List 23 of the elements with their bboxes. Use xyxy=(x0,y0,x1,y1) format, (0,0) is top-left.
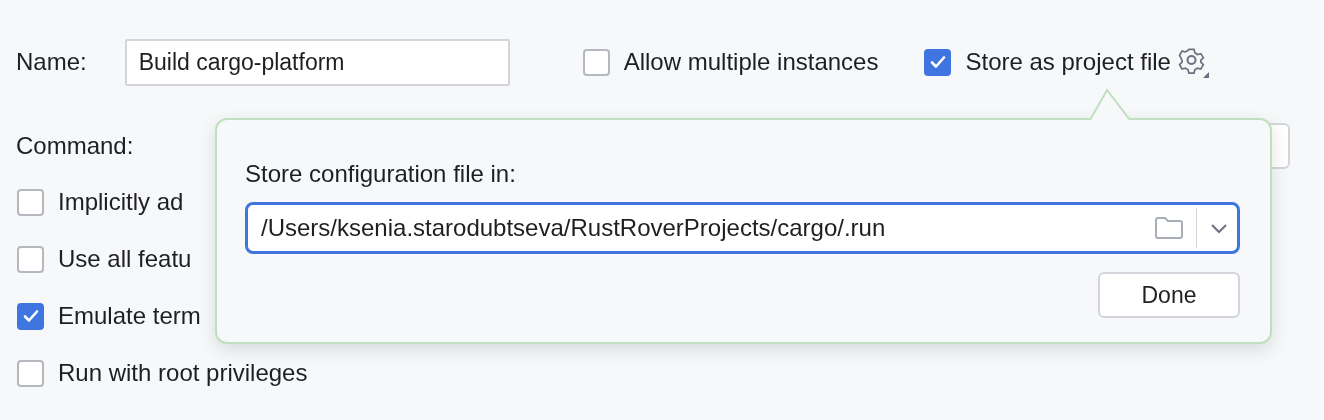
checkbox[interactable] xyxy=(17,302,44,330)
popup-label: Store configuration file in: xyxy=(245,160,516,187)
checkbox[interactable] xyxy=(582,48,610,76)
checkbox-label: Store as project file xyxy=(965,48,1171,76)
checkbox-label: Use all featu xyxy=(58,245,192,273)
checkbox[interactable] xyxy=(924,48,952,76)
checkbox-label: Implicitly ad xyxy=(58,188,184,216)
name-field[interactable]: Build cargo-platform xyxy=(124,38,510,86)
checkbox[interactable] xyxy=(17,359,44,387)
checkmark-icon xyxy=(928,53,947,71)
checkmark-icon xyxy=(21,307,40,325)
gear-icon[interactable] xyxy=(1176,46,1209,78)
done-button[interactable]: Done xyxy=(1098,272,1240,318)
checkbox[interactable] xyxy=(17,188,44,216)
checkbox-label: Run with root privileges xyxy=(58,359,308,387)
checkbox-label: Allow multiple instances xyxy=(623,48,879,76)
command-label: Command: xyxy=(16,132,134,160)
checkbox[interactable] xyxy=(17,245,44,273)
folder-icon[interactable] xyxy=(1154,216,1184,240)
path-field[interactable]: /Users/ksenia.starodubtseva/RustRoverProjects/cargo/.run xyxy=(245,202,1240,254)
name-label: Name: xyxy=(16,48,87,76)
path-text: /Users/ksenia.starodubtseva/RustRoverProjects/cargo/.run xyxy=(261,214,887,242)
checkbox-label: Emulate term xyxy=(58,302,201,330)
